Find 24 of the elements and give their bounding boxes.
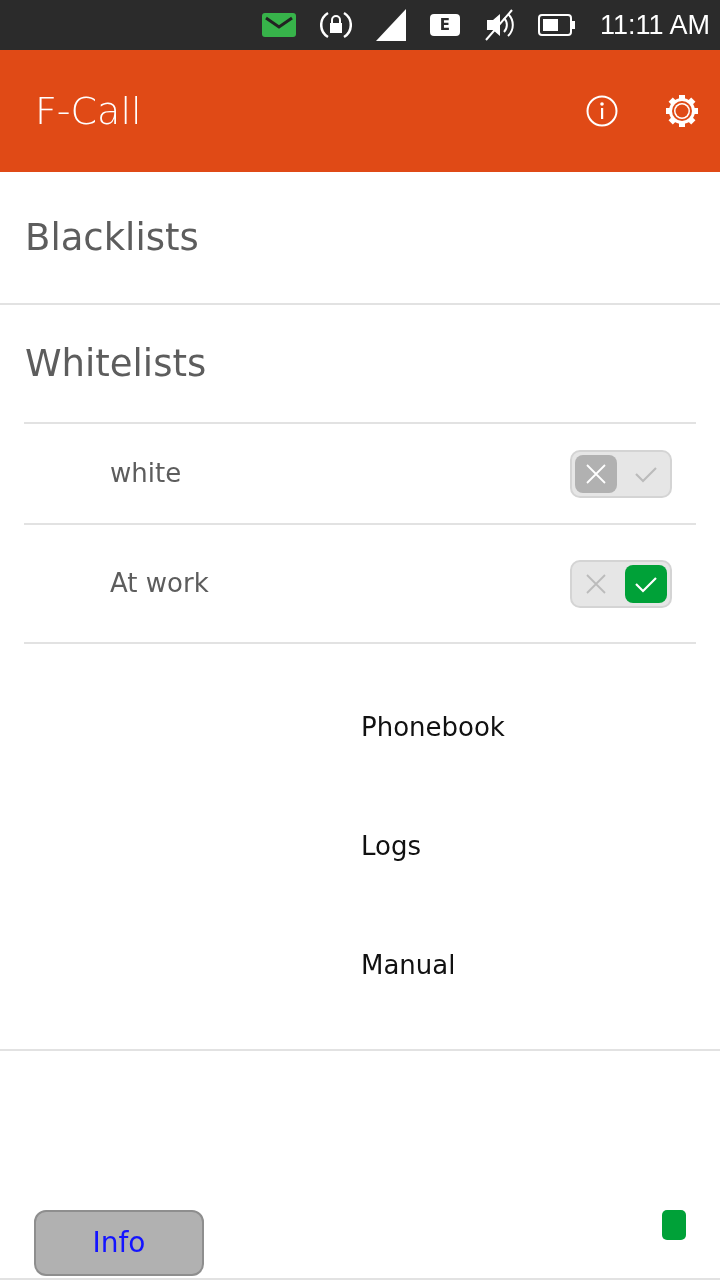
- app-title: F-Call: [35, 87, 142, 135]
- list-item-label: white: [110, 457, 182, 490]
- settings-icon[interactable]: [666, 95, 698, 127]
- toggle-switch[interactable]: [570, 449, 672, 498]
- info-icon[interactable]: [586, 95, 618, 127]
- muted-speaker-icon: [483, 8, 514, 42]
- info-button[interactable]: Info: [34, 1210, 204, 1276]
- menu-item[interactable]: Phonebook: [0, 668, 720, 787]
- network-icon: E: [429, 14, 460, 36]
- mail-icon: [261, 13, 296, 37]
- signal-icon: [375, 9, 406, 41]
- cross-icon: [585, 462, 607, 485]
- check-icon: [634, 464, 658, 483]
- cross-icon: [585, 572, 607, 595]
- rotation-lock-icon: [319, 9, 352, 41]
- menu-item[interactable]: Logs: [0, 787, 720, 906]
- clock-text: 11:11 AM: [599, 8, 710, 42]
- list-item-label: At work: [110, 567, 209, 600]
- check-icon: [634, 574, 658, 593]
- list-header[interactable]: Blacklists: [0, 172, 720, 305]
- menu-item[interactable]: Manual: [0, 906, 720, 1025]
- list-header[interactable]: Whitelists: [24, 305, 696, 424]
- battery-icon: [537, 13, 576, 37]
- toggle-switch[interactable]: [570, 559, 672, 608]
